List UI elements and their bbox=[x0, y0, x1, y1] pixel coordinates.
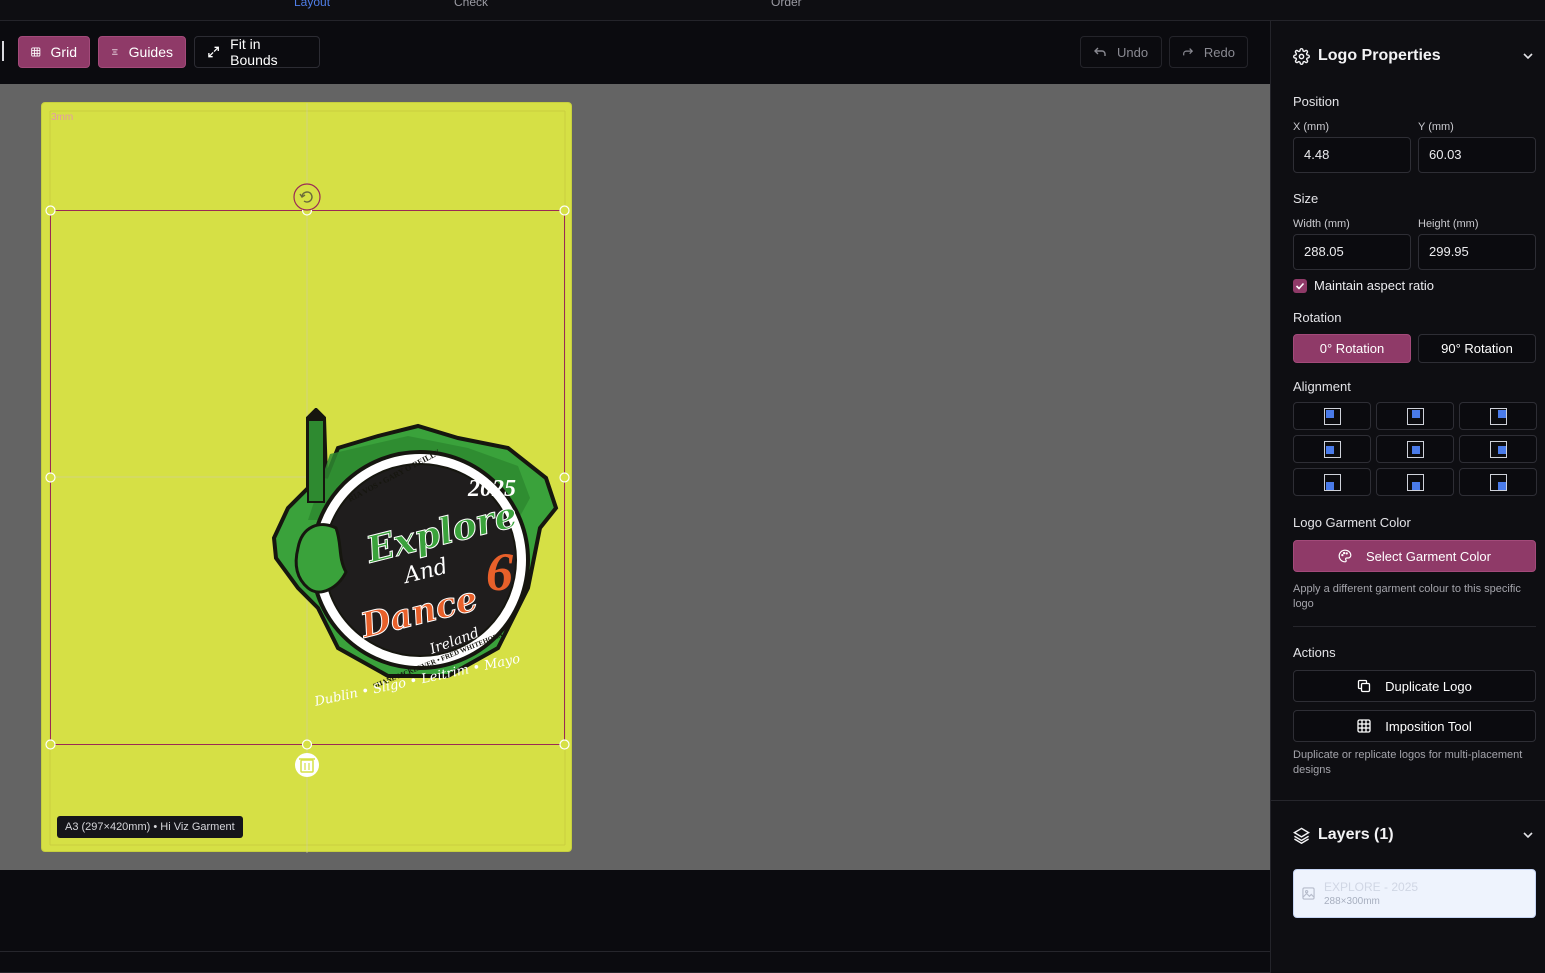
select-garment-color-label: Select Garment Color bbox=[1366, 548, 1491, 564]
resize-handle-ne[interactable] bbox=[559, 205, 570, 216]
redo-icon bbox=[1183, 48, 1194, 56]
y-label: Y (mm) bbox=[1418, 121, 1454, 133]
step-nav: Layout Check Order bbox=[0, 0, 1545, 21]
panel-title: Logo Properties bbox=[1318, 47, 1441, 64]
step-check[interactable]: Check bbox=[454, 0, 488, 9]
undo-icon bbox=[1094, 47, 1106, 56]
align-center-icon bbox=[1407, 441, 1424, 458]
position-heading: Position bbox=[1293, 94, 1340, 109]
rotate-handle-icon[interactable] bbox=[293, 183, 321, 211]
resize-handle-w[interactable] bbox=[45, 472, 56, 483]
bottom-bar bbox=[0, 870, 1270, 973]
grid-icon bbox=[1357, 719, 1371, 733]
alignment-heading: Alignment bbox=[1293, 379, 1351, 394]
imposition-tool-label: Imposition Tool bbox=[1385, 718, 1472, 734]
copy-icon bbox=[1357, 679, 1371, 693]
align-bottom-center-icon bbox=[1407, 474, 1424, 491]
garment-color-help: Apply a different garment colour to this… bbox=[1293, 583, 1521, 610]
garment-page[interactable]: 3mm 2025 Explore And Dance 6 Ireland RIA… bbox=[41, 102, 573, 853]
page-size-label: A3 (297×420mm) • Hi Viz Garment bbox=[57, 816, 243, 838]
aspect-ratio-checkbox[interactable] bbox=[1293, 279, 1307, 293]
expand-icon bbox=[208, 46, 219, 58]
align-top-center-button[interactable] bbox=[1376, 402, 1454, 430]
layers-icon bbox=[1293, 827, 1310, 844]
layers-title: Layers (1) bbox=[1318, 826, 1394, 843]
layers-header[interactable]: Layers (1) bbox=[1293, 823, 1394, 847]
layer-item[interactable]: EXPLORE - 2025 288×300mm bbox=[1293, 869, 1536, 918]
align-top-right-icon bbox=[1490, 408, 1507, 425]
palette-icon bbox=[1338, 549, 1352, 563]
actions-help: Duplicate or replicate logos for multi-p… bbox=[1293, 749, 1523, 776]
rotation-heading: Rotation bbox=[1293, 310, 1342, 325]
rotation-0-button[interactable]: 0° Rotation bbox=[1293, 334, 1411, 363]
guides-button[interactable]: Guides bbox=[98, 36, 186, 68]
step-order[interactable]: Order bbox=[771, 0, 802, 9]
redo-label: Redo bbox=[1203, 44, 1235, 60]
layer-name: EXPLORE - 2025 bbox=[1324, 880, 1419, 894]
step-layout[interactable]: Layout bbox=[294, 0, 330, 9]
align-bottom-right-icon bbox=[1490, 474, 1507, 491]
delete-trash-icon[interactable] bbox=[295, 753, 319, 777]
gear-icon bbox=[1293, 47, 1310, 65]
align-bottom-left-icon bbox=[1324, 474, 1341, 491]
chevron-down-icon[interactable] bbox=[1521, 828, 1535, 842]
align-bottom-right-button[interactable] bbox=[1459, 468, 1537, 496]
duplicate-logo-label: Duplicate Logo bbox=[1385, 678, 1472, 694]
logo-properties-header[interactable]: Logo Properties bbox=[1293, 44, 1441, 68]
align-bottom-left-button[interactable] bbox=[1293, 468, 1371, 496]
height-label: Height (mm) bbox=[1418, 218, 1479, 230]
fit-in-bounds-label: Fit in Bounds bbox=[230, 36, 278, 68]
align-bottom-center-button[interactable] bbox=[1376, 468, 1454, 496]
undo-label: Undo bbox=[1117, 44, 1149, 60]
actions-heading: Actions bbox=[1293, 645, 1336, 660]
x-label: X (mm) bbox=[1293, 121, 1330, 133]
x-input[interactable]: 4.48 bbox=[1293, 137, 1411, 173]
height-input[interactable]: 299.95 bbox=[1418, 234, 1536, 270]
undo-button[interactable]: Undo bbox=[1080, 36, 1162, 68]
grid-icon bbox=[31, 47, 41, 57]
selection-box[interactable] bbox=[42, 103, 573, 853]
fit-in-bounds-button[interactable]: Fit in Bounds bbox=[194, 36, 320, 68]
align-middle-right-button[interactable] bbox=[1459, 435, 1537, 463]
resize-handle-nw[interactable] bbox=[45, 205, 56, 216]
redo-button[interactable]: Redo bbox=[1169, 36, 1248, 68]
align-center-button[interactable] bbox=[1376, 435, 1454, 463]
logo-properties-panel: Logo Properties Position X (mm) Y (mm) 4… bbox=[1270, 21, 1545, 973]
bottom-divider bbox=[0, 951, 1270, 952]
resize-handle-e[interactable] bbox=[559, 472, 570, 483]
rotation-90-button[interactable]: 90° Rotation bbox=[1418, 334, 1536, 363]
layer-size: 288×300mm bbox=[1324, 896, 1380, 907]
size-heading: Size bbox=[1293, 191, 1319, 206]
duplicate-logo-button[interactable]: Duplicate Logo bbox=[1293, 670, 1536, 702]
align-middle-right-icon bbox=[1490, 441, 1507, 458]
grid-button[interactable]: Grid bbox=[18, 36, 90, 68]
grid-button-label: Grid bbox=[50, 44, 77, 60]
resize-handle-s[interactable] bbox=[301, 739, 313, 750]
align-middle-left-button[interactable] bbox=[1293, 435, 1371, 463]
imposition-tool-button[interactable]: Imposition Tool bbox=[1293, 710, 1536, 742]
chevron-down-icon[interactable] bbox=[1521, 49, 1535, 63]
y-input[interactable]: 60.03 bbox=[1418, 137, 1536, 173]
align-top-center-icon bbox=[1407, 408, 1424, 425]
aspect-ratio-label[interactable]: Maintain aspect ratio bbox=[1314, 278, 1434, 293]
width-label: Width (mm) bbox=[1293, 218, 1350, 230]
align-center-icon bbox=[112, 49, 118, 55]
guides-button-label: Guides bbox=[128, 44, 173, 60]
align-top-left-button[interactable] bbox=[1293, 402, 1371, 430]
align-middle-left-icon bbox=[1324, 441, 1341, 458]
width-input[interactable]: 288.05 bbox=[1293, 234, 1411, 270]
check-icon bbox=[1295, 282, 1305, 290]
resize-handle-se[interactable] bbox=[559, 739, 570, 750]
align-top-right-button[interactable] bbox=[1459, 402, 1537, 430]
select-garment-color-button[interactable]: Select Garment Color bbox=[1293, 540, 1536, 572]
align-top-left-icon bbox=[1324, 408, 1341, 425]
panel-section-divider bbox=[1271, 800, 1545, 801]
resize-handle-sw[interactable] bbox=[45, 739, 56, 750]
garment-color-heading: Logo Garment Color bbox=[1293, 515, 1411, 530]
image-icon bbox=[1302, 887, 1315, 900]
toolbar-divider bbox=[2, 41, 4, 61]
panel-divider bbox=[1293, 626, 1536, 627]
